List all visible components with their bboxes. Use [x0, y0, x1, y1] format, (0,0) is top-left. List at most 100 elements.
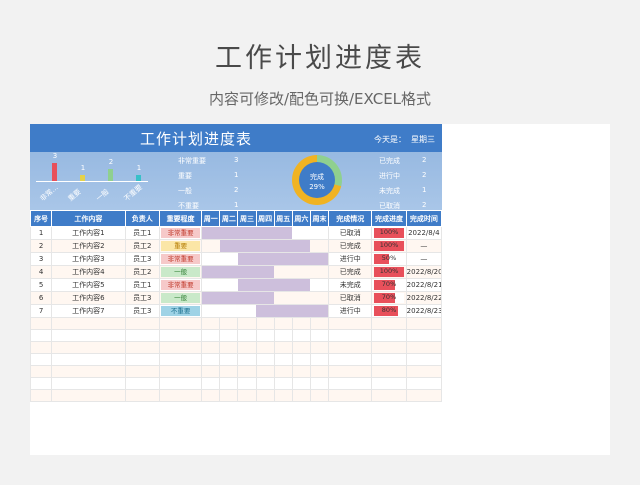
importance-cell[interactable]: 一般 — [158, 291, 203, 305]
gantt-day-cell[interactable] — [201, 278, 220, 292]
empty-cell[interactable] — [219, 317, 239, 330]
empty-cell[interactable] — [158, 329, 203, 342]
empty-cell[interactable] — [328, 329, 373, 342]
empty-cell[interactable] — [124, 377, 160, 390]
empty-cell[interactable] — [255, 329, 275, 342]
empty-cell[interactable] — [29, 317, 53, 330]
progress-cell[interactable]: 50% — [371, 252, 407, 266]
empty-cell[interactable] — [328, 377, 373, 390]
gantt-day-cell[interactable] — [256, 226, 275, 240]
empty-cell[interactable] — [291, 341, 311, 354]
gantt-day-cell[interactable] — [274, 226, 293, 240]
empty-cell[interactable] — [158, 341, 203, 354]
completion-time-cell[interactable]: 2022/8/4 — [405, 226, 443, 240]
empty-cell[interactable] — [237, 317, 257, 330]
progress-cell[interactable]: 100% — [371, 226, 407, 240]
gantt-day-cell[interactable] — [292, 278, 311, 292]
empty-cell[interactable] — [309, 377, 330, 390]
empty-cell[interactable] — [201, 377, 221, 390]
gantt-day-cell[interactable] — [310, 252, 329, 266]
empty-cell[interactable] — [51, 341, 126, 354]
gantt-day-cell[interactable] — [201, 304, 220, 318]
gantt-day-cell[interactable] — [256, 291, 275, 305]
gantt-day-cell[interactable] — [274, 252, 293, 266]
status-cell[interactable]: 未完成 — [328, 278, 373, 292]
table-row[interactable]: 7 工作内容7 员工3 不重要 进行中 80% 2022/8/23 — [29, 304, 443, 318]
work-content-cell[interactable]: 工作内容1 — [51, 226, 126, 240]
empty-cell[interactable] — [124, 389, 160, 402]
empty-cell[interactable] — [328, 365, 373, 378]
empty-cell[interactable] — [158, 353, 203, 366]
gantt-day-cell[interactable] — [237, 239, 257, 253]
empty-cell[interactable] — [309, 353, 330, 366]
empty-cell[interactable] — [255, 377, 275, 390]
gantt-day-cell[interactable] — [310, 304, 329, 318]
status-cell[interactable]: 已取消 — [328, 291, 373, 305]
empty-cell[interactable] — [237, 353, 257, 366]
gantt-day-cell[interactable] — [310, 265, 329, 279]
owner-cell[interactable]: 员工3 — [124, 304, 160, 318]
empty-cell[interactable] — [273, 341, 293, 354]
empty-cell[interactable] — [51, 317, 126, 330]
empty-cell[interactable] — [309, 365, 330, 378]
importance-cell[interactable]: 一般 — [158, 265, 203, 279]
importance-cell[interactable]: 非常重要 — [158, 252, 203, 266]
gantt-day-cell[interactable] — [292, 239, 311, 253]
empty-cell[interactable] — [158, 317, 203, 330]
empty-cell[interactable] — [29, 365, 53, 378]
table-row[interactable]: 3 工作内容3 员工3 非常重要 进行中 50% — — [29, 252, 443, 266]
gantt-day-cell[interactable] — [219, 239, 238, 253]
empty-table-row[interactable] — [29, 329, 443, 342]
importance-cell[interactable]: 不重要 — [158, 304, 203, 318]
empty-cell[interactable] — [51, 389, 126, 402]
owner-cell[interactable]: 员工3 — [124, 252, 160, 266]
empty-cell[interactable] — [291, 329, 311, 342]
empty-cell[interactable] — [328, 353, 373, 366]
empty-cell[interactable] — [371, 377, 407, 390]
empty-cell[interactable] — [201, 341, 221, 354]
gantt-day-cell[interactable] — [274, 291, 293, 305]
gantt-day-cell[interactable] — [292, 252, 311, 266]
empty-cell[interactable] — [51, 353, 126, 366]
empty-cell[interactable] — [371, 329, 407, 342]
empty-cell[interactable] — [51, 377, 126, 390]
empty-cell[interactable] — [309, 329, 330, 342]
empty-cell[interactable] — [405, 365, 443, 378]
empty-cell[interactable] — [255, 365, 275, 378]
empty-cell[interactable] — [201, 389, 221, 402]
empty-cell[interactable] — [255, 341, 275, 354]
status-cell[interactable]: 已完成 — [328, 265, 373, 279]
empty-table-row[interactable] — [29, 389, 443, 402]
empty-cell[interactable] — [201, 317, 221, 330]
gantt-day-cell[interactable] — [219, 252, 238, 266]
empty-cell[interactable] — [273, 365, 293, 378]
empty-table-row[interactable] — [29, 341, 443, 354]
empty-cell[interactable] — [124, 341, 160, 354]
empty-cell[interactable] — [219, 341, 239, 354]
gantt-day-cell[interactable] — [256, 265, 275, 279]
empty-cell[interactable] — [219, 389, 239, 402]
empty-cell[interactable] — [273, 317, 293, 330]
table-row[interactable]: 5 工作内容5 员工1 非常重要 未完成 70% 2022/8/21 — [29, 278, 443, 292]
empty-cell[interactable] — [371, 317, 407, 330]
empty-cell[interactable] — [158, 377, 203, 390]
importance-cell[interactable]: 重要 — [158, 239, 203, 253]
gantt-day-cell[interactable] — [292, 265, 311, 279]
empty-cell[interactable] — [29, 377, 53, 390]
gantt-day-cell[interactable] — [292, 304, 311, 318]
gantt-day-cell[interactable] — [237, 304, 257, 318]
status-cell[interactable]: 已取消 — [328, 226, 373, 240]
table-row[interactable]: 4 工作内容4 员工2 一般 已完成 100% 2022/8/20 — [29, 265, 443, 279]
work-content-cell[interactable]: 工作内容3 — [51, 252, 126, 266]
empty-cell[interactable] — [309, 341, 330, 354]
empty-cell[interactable] — [328, 341, 373, 354]
table-row[interactable]: 1 工作内容1 员工1 非常重要 已取消 100% 2022/8/4 — [29, 226, 443, 240]
empty-cell[interactable] — [371, 365, 407, 378]
row-number[interactable]: 7 — [29, 304, 53, 318]
gantt-day-cell[interactable] — [256, 304, 275, 318]
empty-cell[interactable] — [291, 377, 311, 390]
owner-cell[interactable]: 员工2 — [124, 265, 160, 279]
gantt-day-cell[interactable] — [274, 278, 293, 292]
empty-cell[interactable] — [273, 353, 293, 366]
empty-cell[interactable] — [405, 341, 443, 354]
